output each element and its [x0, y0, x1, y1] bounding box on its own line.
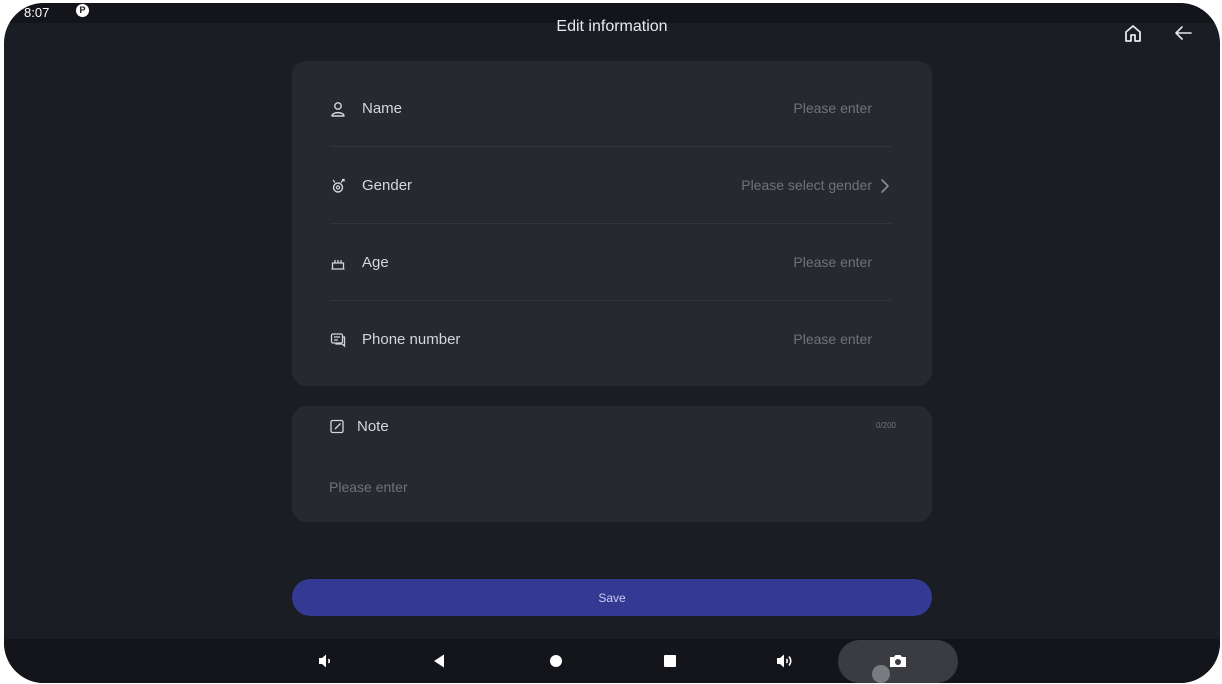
volume-up-icon — [777, 654, 792, 668]
recents-nav-button[interactable] — [658, 649, 682, 673]
age-placeholder: Please enter — [793, 254, 872, 270]
home-icon — [1125, 25, 1141, 42]
home-circle-icon — [550, 655, 562, 667]
name-placeholder: Please enter — [793, 100, 872, 116]
volume-down-icon — [319, 654, 331, 668]
chevron-right-icon — [881, 179, 889, 193]
camera-icon — [890, 655, 906, 667]
volume-up-button[interactable] — [774, 649, 798, 673]
recents-square-icon — [664, 655, 676, 667]
note-card: Note 0/200 — [292, 406, 932, 522]
note-input[interactable] — [329, 476, 889, 498]
age-field[interactable]: Age Please enter — [330, 225, 892, 301]
person-icon — [331, 102, 345, 117]
gender-field[interactable]: Gender Please select gender — [330, 148, 892, 224]
back-nav-button[interactable] — [428, 649, 452, 673]
arrow-left-icon — [1175, 26, 1192, 40]
home-nav-button[interactable] — [544, 649, 568, 673]
gender-icon — [332, 178, 345, 193]
divider — [330, 223, 892, 224]
gender-label: Gender — [362, 177, 413, 194]
edit-icon — [330, 419, 344, 434]
age-label: Age — [362, 254, 389, 271]
name-label: Name — [362, 100, 403, 117]
phone-number-label: Phone number — [362, 331, 461, 348]
info-form-card: Name Please enter Gender Please select g… — [292, 61, 932, 386]
back-button[interactable] — [1171, 21, 1195, 45]
screenshot-button[interactable] — [886, 649, 910, 673]
note-label: Note — [357, 418, 389, 435]
name-field[interactable]: Name Please enter — [330, 71, 892, 147]
back-triangle-icon — [434, 654, 444, 668]
volume-down-button[interactable] — [314, 649, 338, 673]
divider — [330, 146, 892, 147]
save-button[interactable]: Save — [292, 579, 932, 616]
chat-icon — [330, 333, 346, 348]
page-title: Edit information — [556, 18, 668, 35]
note-character-counter: 0/200 — [875, 421, 896, 430]
circle-p-icon: P — [76, 4, 89, 17]
divider — [330, 300, 892, 301]
cake-icon — [331, 260, 345, 270]
gender-placeholder: Please select gender — [741, 177, 872, 193]
phone-number-placeholder: Please enter — [793, 331, 872, 347]
device-screen: 8:07 P Edit information Name Please ente… — [4, 3, 1220, 683]
phone-number-field[interactable]: Phone number Please enter — [330, 302, 892, 378]
touch-indicator — [872, 665, 890, 683]
navigation-bar — [4, 639, 1220, 683]
home-button[interactable] — [1121, 21, 1145, 45]
